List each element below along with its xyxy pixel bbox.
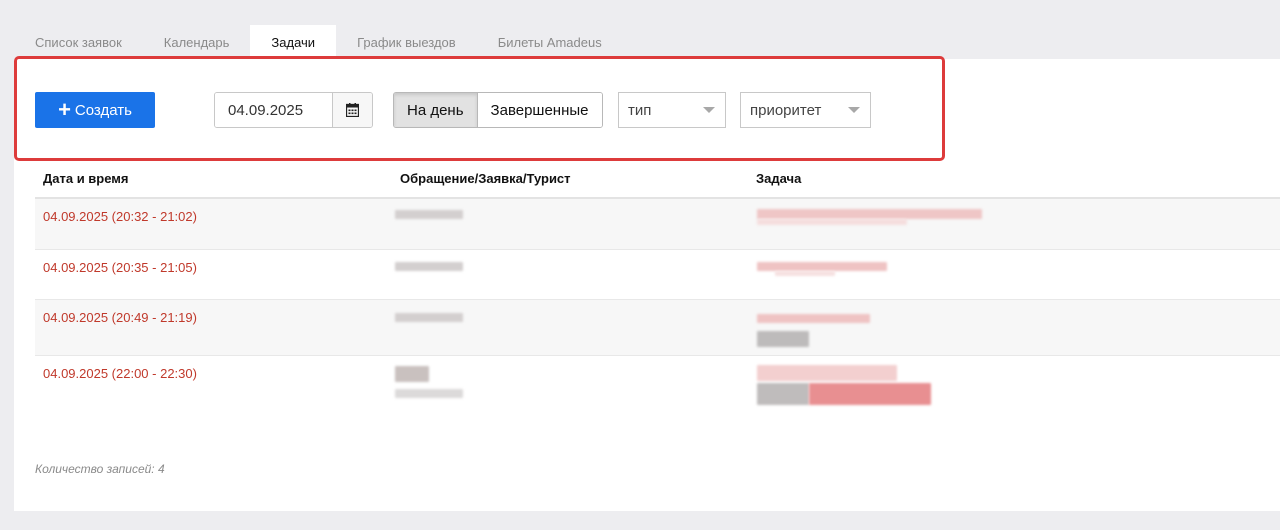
- column-header-task: Задача: [756, 171, 802, 186]
- calendar-icon: [346, 103, 359, 117]
- column-header-request: Обращение/Заявка/Турист: [400, 171, 571, 186]
- table-row[interactable]: 04.09.2025 (20:35 - 21:05): [35, 250, 1280, 299]
- plus-icon: +: [58, 97, 71, 122]
- date-input[interactable]: [215, 93, 333, 127]
- create-button[interactable]: + Создать: [35, 92, 155, 128]
- redacted-task: [757, 262, 887, 271]
- redacted-task: [775, 271, 835, 276]
- completed-button[interactable]: Завершенные: [477, 93, 602, 127]
- redacted-request: [395, 366, 429, 382]
- column-header-datetime: Дата и время: [43, 171, 129, 186]
- create-button-label: Создать: [74, 101, 132, 119]
- tab-bar: Список заявок Календарь Задачи График вы…: [14, 25, 623, 59]
- redacted-task: [757, 314, 870, 323]
- tab-tasks[interactable]: Задачи: [250, 25, 337, 59]
- chevron-down-icon: [703, 107, 715, 113]
- redacted-request: [395, 262, 463, 271]
- tab-requests-list[interactable]: Список заявок: [14, 25, 143, 59]
- row-datetime: 04.09.2025 (20:32 - 21:02): [43, 209, 197, 224]
- tab-departure-schedule[interactable]: График выездов: [336, 25, 477, 59]
- redacted-task: [809, 383, 931, 405]
- redacted-request: [395, 389, 463, 398]
- row-datetime: 04.09.2025 (20:49 - 21:19): [43, 310, 197, 325]
- row-datetime: 04.09.2025 (22:00 - 22:30): [43, 366, 197, 381]
- chevron-down-icon: [848, 107, 860, 113]
- row-datetime: 04.09.2025 (20:35 - 21:05): [43, 260, 197, 275]
- redacted-task: [757, 383, 809, 405]
- redacted-request: [395, 313, 463, 322]
- redacted-task: [757, 365, 897, 381]
- redacted-task: [757, 209, 982, 219]
- table-row[interactable]: 04.09.2025 (22:00 - 22:30): [35, 356, 1280, 416]
- records-count: Количество записей: 4: [35, 462, 165, 476]
- day-button[interactable]: На день: [394, 93, 478, 127]
- table-row[interactable]: 04.09.2025 (20:32 - 21:02): [35, 199, 1280, 249]
- redacted-task: [757, 331, 809, 347]
- priority-select-label: приоритет: [750, 101, 822, 119]
- period-toggle: На день Завершенные: [393, 92, 603, 128]
- tab-calendar[interactable]: Календарь: [143, 25, 251, 59]
- table-row[interactable]: 04.09.2025 (20:49 - 21:19): [35, 300, 1280, 355]
- type-select-label: тип: [628, 101, 652, 119]
- priority-select[interactable]: приоритет: [740, 92, 871, 128]
- date-picker: [214, 92, 373, 128]
- type-select[interactable]: тип: [618, 92, 726, 128]
- redacted-request: [395, 210, 463, 219]
- calendar-button[interactable]: [333, 93, 372, 127]
- redacted-task: [757, 219, 907, 225]
- tab-amadeus-tickets[interactable]: Билеты Amadeus: [477, 25, 623, 59]
